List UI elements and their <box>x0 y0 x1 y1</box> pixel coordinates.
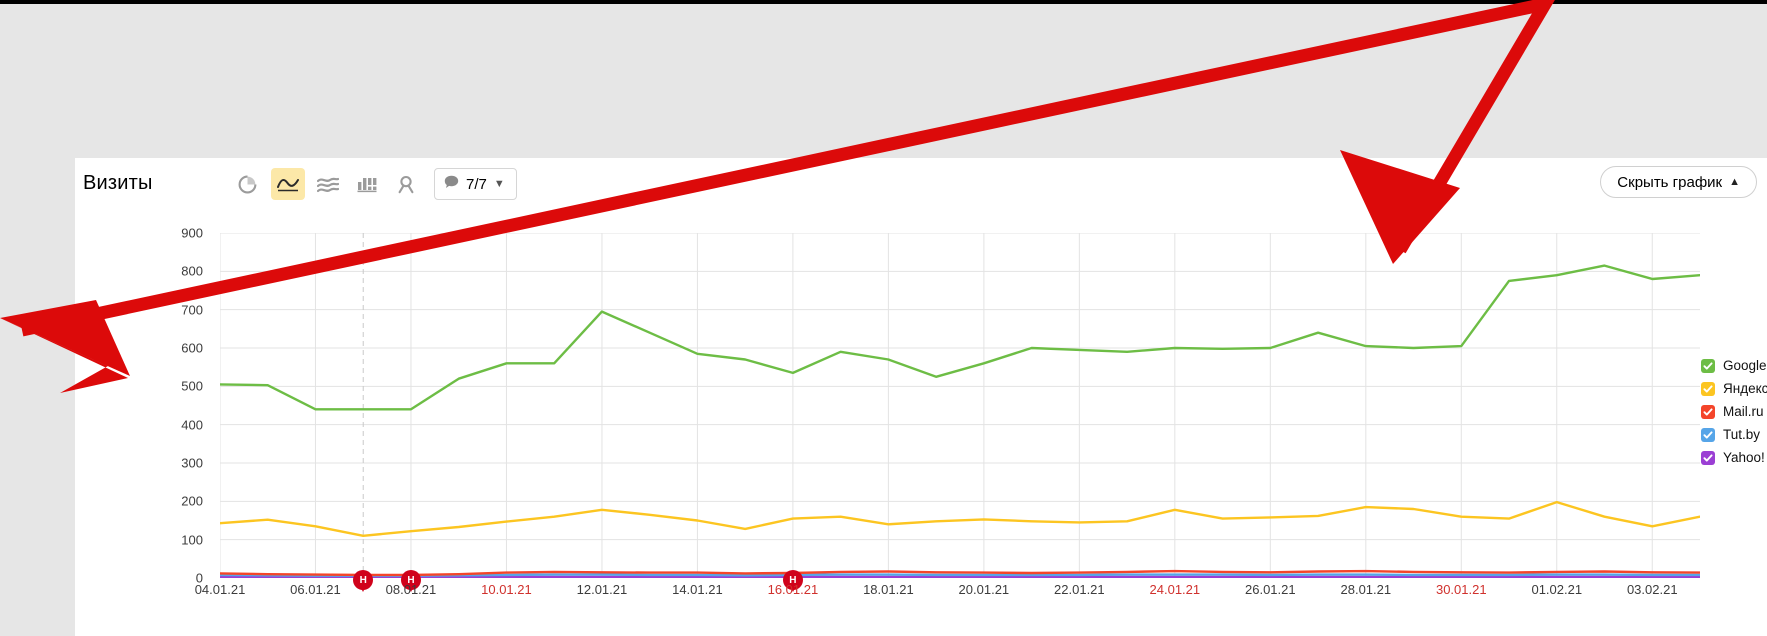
x-axis-tick-label: 08.01.21 <box>385 582 437 597</box>
x-axis-tick-label: 30.01.21 <box>1435 582 1487 597</box>
series-line- <box>220 500 1700 537</box>
hide-chart-label: Скрыть график <box>1617 173 1723 191</box>
x-axis-tick-label: 04.01.21 <box>194 582 246 597</box>
legend-checkbox-icon[interactable] <box>1701 427 1715 442</box>
comments-chip[interactable]: 7/7 ▼ <box>434 168 517 200</box>
x-axis-tick-label: 24.01.21 <box>1149 582 1201 597</box>
bar-chart-view-button[interactable] <box>350 168 384 200</box>
series-line-google <box>220 264 1700 411</box>
legend-checkbox-icon[interactable] <box>1701 358 1715 373</box>
pie-chart-icon <box>238 175 257 194</box>
chart-plot-area: ННН <box>220 233 1700 592</box>
legend-checkbox-icon[interactable] <box>1701 404 1715 419</box>
map-pin-icon <box>397 175 415 194</box>
x-axis-tick-label: 12.01.21 <box>576 582 628 597</box>
x-axis-tick-label: 16.01.21 <box>767 582 819 597</box>
x-axis-tick-label: 22.01.21 <box>1054 582 1105 597</box>
legend-item-label: Mail.ru <box>1723 404 1764 419</box>
comments-count: 7/7 <box>466 175 487 193</box>
x-axis-tick-label: 28.01.21 <box>1340 582 1392 597</box>
legend-item-yahoo[interactable]: Yahoo! <box>1701 446 1767 469</box>
legend-item-label: Яндекс <box>1723 381 1767 396</box>
line-chart-icon <box>277 175 299 193</box>
x-axis-tick-label: 03.02.21 <box>1626 582 1678 597</box>
legend-item-label: Yahoo! <box>1723 450 1765 465</box>
y-axis-tick-label: 500 <box>181 378 203 394</box>
chevron-down-icon: ▼ <box>493 177 505 190</box>
legend-checkbox-icon[interactable] <box>1701 381 1715 396</box>
bar-chart-icon <box>357 175 377 193</box>
chart-legend: Google Яндекс Mail.ru Tut.by Yahoo! <box>1701 354 1767 469</box>
legend-item-label: Google <box>1723 358 1767 373</box>
x-axis-tick-label: 18.01.21 <box>863 582 914 597</box>
legend-item-tutby[interactable]: Tut.by <box>1701 423 1767 446</box>
x-axis-tick-label: 01.02.21 <box>1531 582 1583 597</box>
x-axis-tick-label: 06.01.21 <box>290 582 341 597</box>
y-axis-tick-label: 700 <box>181 302 203 318</box>
legend-item-google[interactable]: Google <box>1701 354 1767 377</box>
page-title: Визиты <box>83 172 153 194</box>
y-axis-tick-label: 400 <box>181 417 203 433</box>
x-axis: 04.01.21 06.01.21 08.01.21 10.01.21 12.01.21… <box>195 582 1700 608</box>
legend-item-mailru[interactable]: Mail.ru <box>1701 400 1767 423</box>
area-chart-icon <box>317 175 339 193</box>
y-axis-tick-label: 0 <box>195 570 203 586</box>
y-axis-tick-label: 900 <box>181 225 203 241</box>
map-view-button[interactable] <box>389 168 423 200</box>
line-chart-view-button[interactable] <box>271 168 305 200</box>
x-axis-tick-label: 20.01.21 <box>958 582 1010 597</box>
comment-bubble-icon <box>444 175 459 194</box>
chart-toolbar: Визиты 7/7 ▼ Скрыть график ▲ <box>75 158 1767 220</box>
x-axis-tick-label: 26.01.21 <box>1245 582 1296 597</box>
y-axis-tick-label: 300 <box>181 455 203 471</box>
line-chart-svg <box>220 233 1700 578</box>
legend-item-[interactable]: Яндекс <box>1701 377 1767 400</box>
report-panel: Визиты 7/7 ▼ Скрыть график ▲ 0 100 200 3… <box>75 158 1767 636</box>
top-black-strip <box>0 0 1767 4</box>
area-chart-view-button[interactable] <box>311 168 345 200</box>
legend-item-label: Tut.by <box>1723 427 1761 442</box>
y-axis-tick-label: 800 <box>181 263 203 279</box>
legend-checkbox-icon[interactable] <box>1701 450 1715 465</box>
y-axis-tick-label: 200 <box>181 493 203 509</box>
pie-chart-view-button[interactable] <box>230 168 264 200</box>
x-axis-tick-label: 10.01.21 <box>481 582 532 597</box>
y-axis-tick-label: 100 <box>181 532 203 548</box>
hide-chart-button[interactable]: Скрыть график ▲ <box>1600 166 1757 198</box>
chevron-up-icon: ▲ <box>1729 175 1740 188</box>
y-axis-tick-label: 600 <box>181 340 203 356</box>
x-axis-tick-label: 14.01.21 <box>672 582 723 597</box>
